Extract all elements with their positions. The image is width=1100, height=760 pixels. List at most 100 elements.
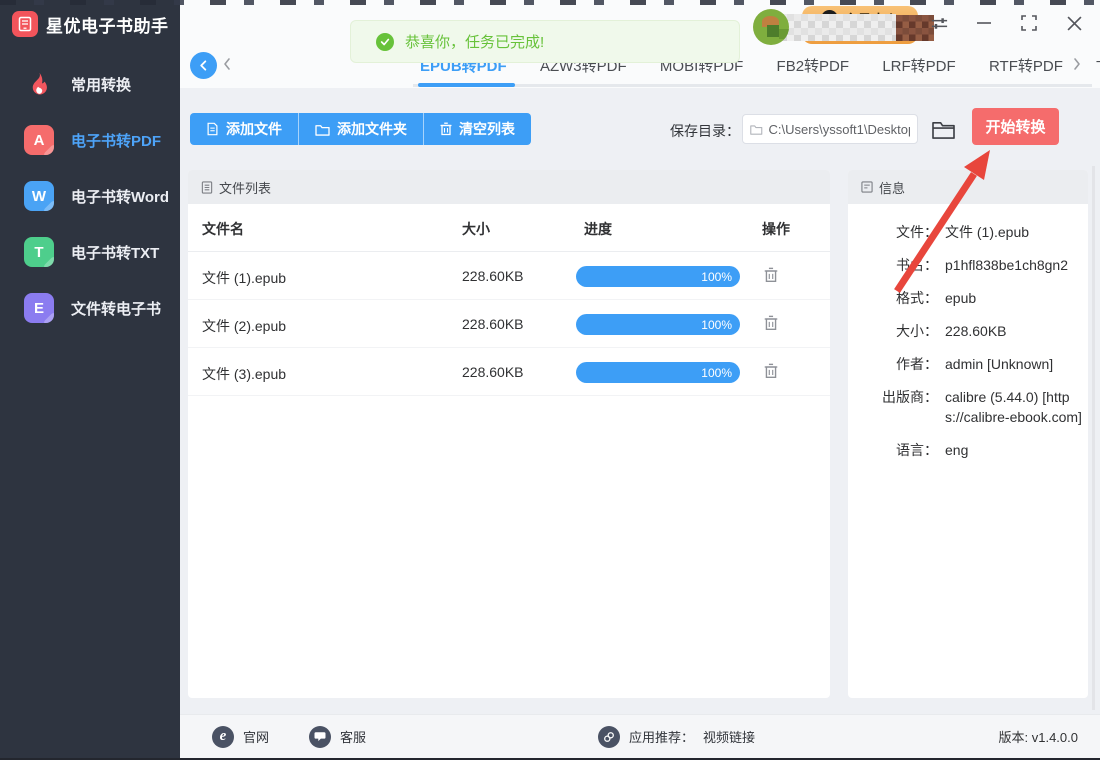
progress-bar: 100% [576,266,740,287]
info-field-publisher: 出版商：calibre (5.44.0) [https://calibre-eb… [848,387,1088,427]
folder-plus-icon [315,123,330,136]
window-controls [929,8,1084,38]
app-window: 会员中心 EPUB转PDF AZW3转PDF MOBI转PDF FB2转PDF … [0,0,1100,760]
maximize-icon [1021,15,1037,31]
sidebar-item-label: 常用转换 [71,74,131,95]
tab-scroll-left-button[interactable] [222,57,232,76]
sidebar-item-common-convert[interactable]: 常用转换 [0,56,180,112]
sidebar-item-label: 电子书转PDF [71,130,161,151]
clear-list-button[interactable]: 清空列表 [423,113,531,145]
settings-button[interactable] [929,13,949,33]
promo-label: 应用推荐： [629,727,694,746]
promo-video-link[interactable]: 视频链接 [703,727,755,746]
customer-service-link[interactable]: 客服 [309,726,366,748]
info-body: 文件：文件 (1).epub 书名：p1hfl838be1ch8gn2 格式：e… [848,204,1088,460]
info-field-file: 文件：文件 (1).epub [848,222,1088,242]
website-link[interactable]: e 官网 [212,726,269,748]
folder-open-icon [931,119,956,140]
success-toast: 恭喜你，任务已完成! [350,20,740,63]
progress-bar: 100% [576,362,740,383]
chat-icon [309,726,331,748]
tab-rtf-pdf[interactable]: RTF转PDF [989,55,1063,76]
tab-lrf-pdf[interactable]: LRF转PDF [882,55,955,76]
add-file-button[interactable]: 添加文件 [190,113,298,145]
minimize-button[interactable] [974,13,994,33]
sidebar-item-ebook-to-txt[interactable]: T 电子书转TXT [0,224,180,280]
tab-fb2-pdf[interactable]: FB2转PDF [777,55,850,76]
info-field-bookname: 书名：p1hfl838be1ch8gn2 [848,255,1088,275]
chevron-left-icon [198,60,209,71]
table-row: 文件 (1).epub 228.60KB 100% [188,252,830,300]
info-doc-icon [861,181,873,193]
website-icon: e [212,726,234,748]
file-name: 文件 (3).epub [202,364,286,384]
trash-icon [764,363,778,379]
close-icon [1067,16,1082,31]
info-title: 信息 [879,178,905,197]
sidebar-item-label: 电子书转Word [71,186,169,207]
progress-value: 100% [701,366,732,380]
sidebar-item-label: 电子书转TXT [71,242,159,263]
list-doc-icon [201,181,213,194]
file-actions-group: 添加文件 添加文件夹 清空列表 [190,113,531,145]
sidebar: 星优电子书助手 常用转换 A 电子书转PDF W 电子书转Word T 电子书转… [0,0,180,760]
progress-value: 100% [701,318,732,332]
sidebar-item-ebook-to-pdf[interactable]: A 电子书转PDF [0,112,180,168]
info-field-size: 大小：228.60KB [848,321,1088,341]
start-convert-button[interactable]: 开始转换 [972,108,1059,145]
file-name: 文件 (1).epub [202,268,286,288]
column-name: 文件名 [202,219,244,239]
sidebar-item-label: 文件转电子书 [71,298,161,319]
ebook-icon: E [24,293,54,323]
table-row: 文件 (2).epub 228.60KB 100% [188,300,830,348]
scrollbar[interactable] [1092,166,1095,710]
chevron-left-icon [222,57,232,71]
file-size: 228.60KB [462,364,524,380]
user-avatar[interactable] [753,9,789,45]
file-plus-icon [206,122,219,136]
sidebar-menu: 常用转换 A 电子书转PDF W 电子书转Word T 电子书转TXT E 文件… [0,56,180,336]
info-field-format: 格式：epub [848,288,1088,308]
save-dir-label: 保存目录： [670,121,740,141]
back-button[interactable] [190,52,217,79]
save-dir-value: C:\Users\yssoft1\Desktop [769,122,910,137]
column-operation: 操作 [762,219,790,239]
file-size: 228.60KB [462,316,524,332]
close-button[interactable] [1064,13,1084,33]
screen-artifact [0,0,1100,5]
file-list-panel: 文件列表 文件名 大小 进度 操作 文件 (1).epub 228.60KB 1… [188,170,830,698]
toast-message: 恭喜你，任务已完成! [405,31,544,52]
maximize-button[interactable] [1019,13,1039,33]
app-promo: 应用推荐： 视频链接 [598,726,755,748]
progress-value: 100% [701,270,732,284]
link-icon [598,726,620,748]
browse-folder-button[interactable] [928,114,958,144]
add-folder-button[interactable]: 添加文件夹 [298,113,423,145]
column-size: 大小 [462,219,490,239]
username-censored [780,14,896,41]
sidebar-item-ebook-to-word[interactable]: W 电子书转Word [0,168,180,224]
trash-icon [764,267,778,283]
app-brand: 星优电子书助手 [12,11,169,37]
trash-icon [764,315,778,331]
footer: e 官网 客服 应用推荐： 视频链接 版本: v1.4.0.0 [180,714,1100,758]
txt-icon: T [24,237,54,267]
sidebar-item-file-to-ebook[interactable]: E 文件转电子书 [0,280,180,336]
info-field-language: 语言：eng [848,440,1088,460]
tab-tcr-pdf[interactable]: TCR转PDF [1096,55,1100,76]
file-list-title: 文件列表 [219,178,271,197]
check-circle-icon [376,33,394,51]
delete-row-button[interactable] [764,267,778,288]
folder-icon [750,124,763,135]
file-name: 文件 (2).epub [202,316,286,336]
save-dir-input[interactable]: C:\Users\yssoft1\Desktop [742,114,918,144]
delete-row-button[interactable] [764,315,778,336]
pdf-icon: A [24,125,54,155]
website-label: 官网 [243,727,269,746]
column-progress: 进度 [584,219,612,239]
info-header: 信息 [848,170,1088,204]
info-field-author: 作者：admin [Unknown] [848,354,1088,374]
flame-icon [24,69,54,99]
delete-row-button[interactable] [764,363,778,384]
file-size: 228.60KB [462,268,524,284]
